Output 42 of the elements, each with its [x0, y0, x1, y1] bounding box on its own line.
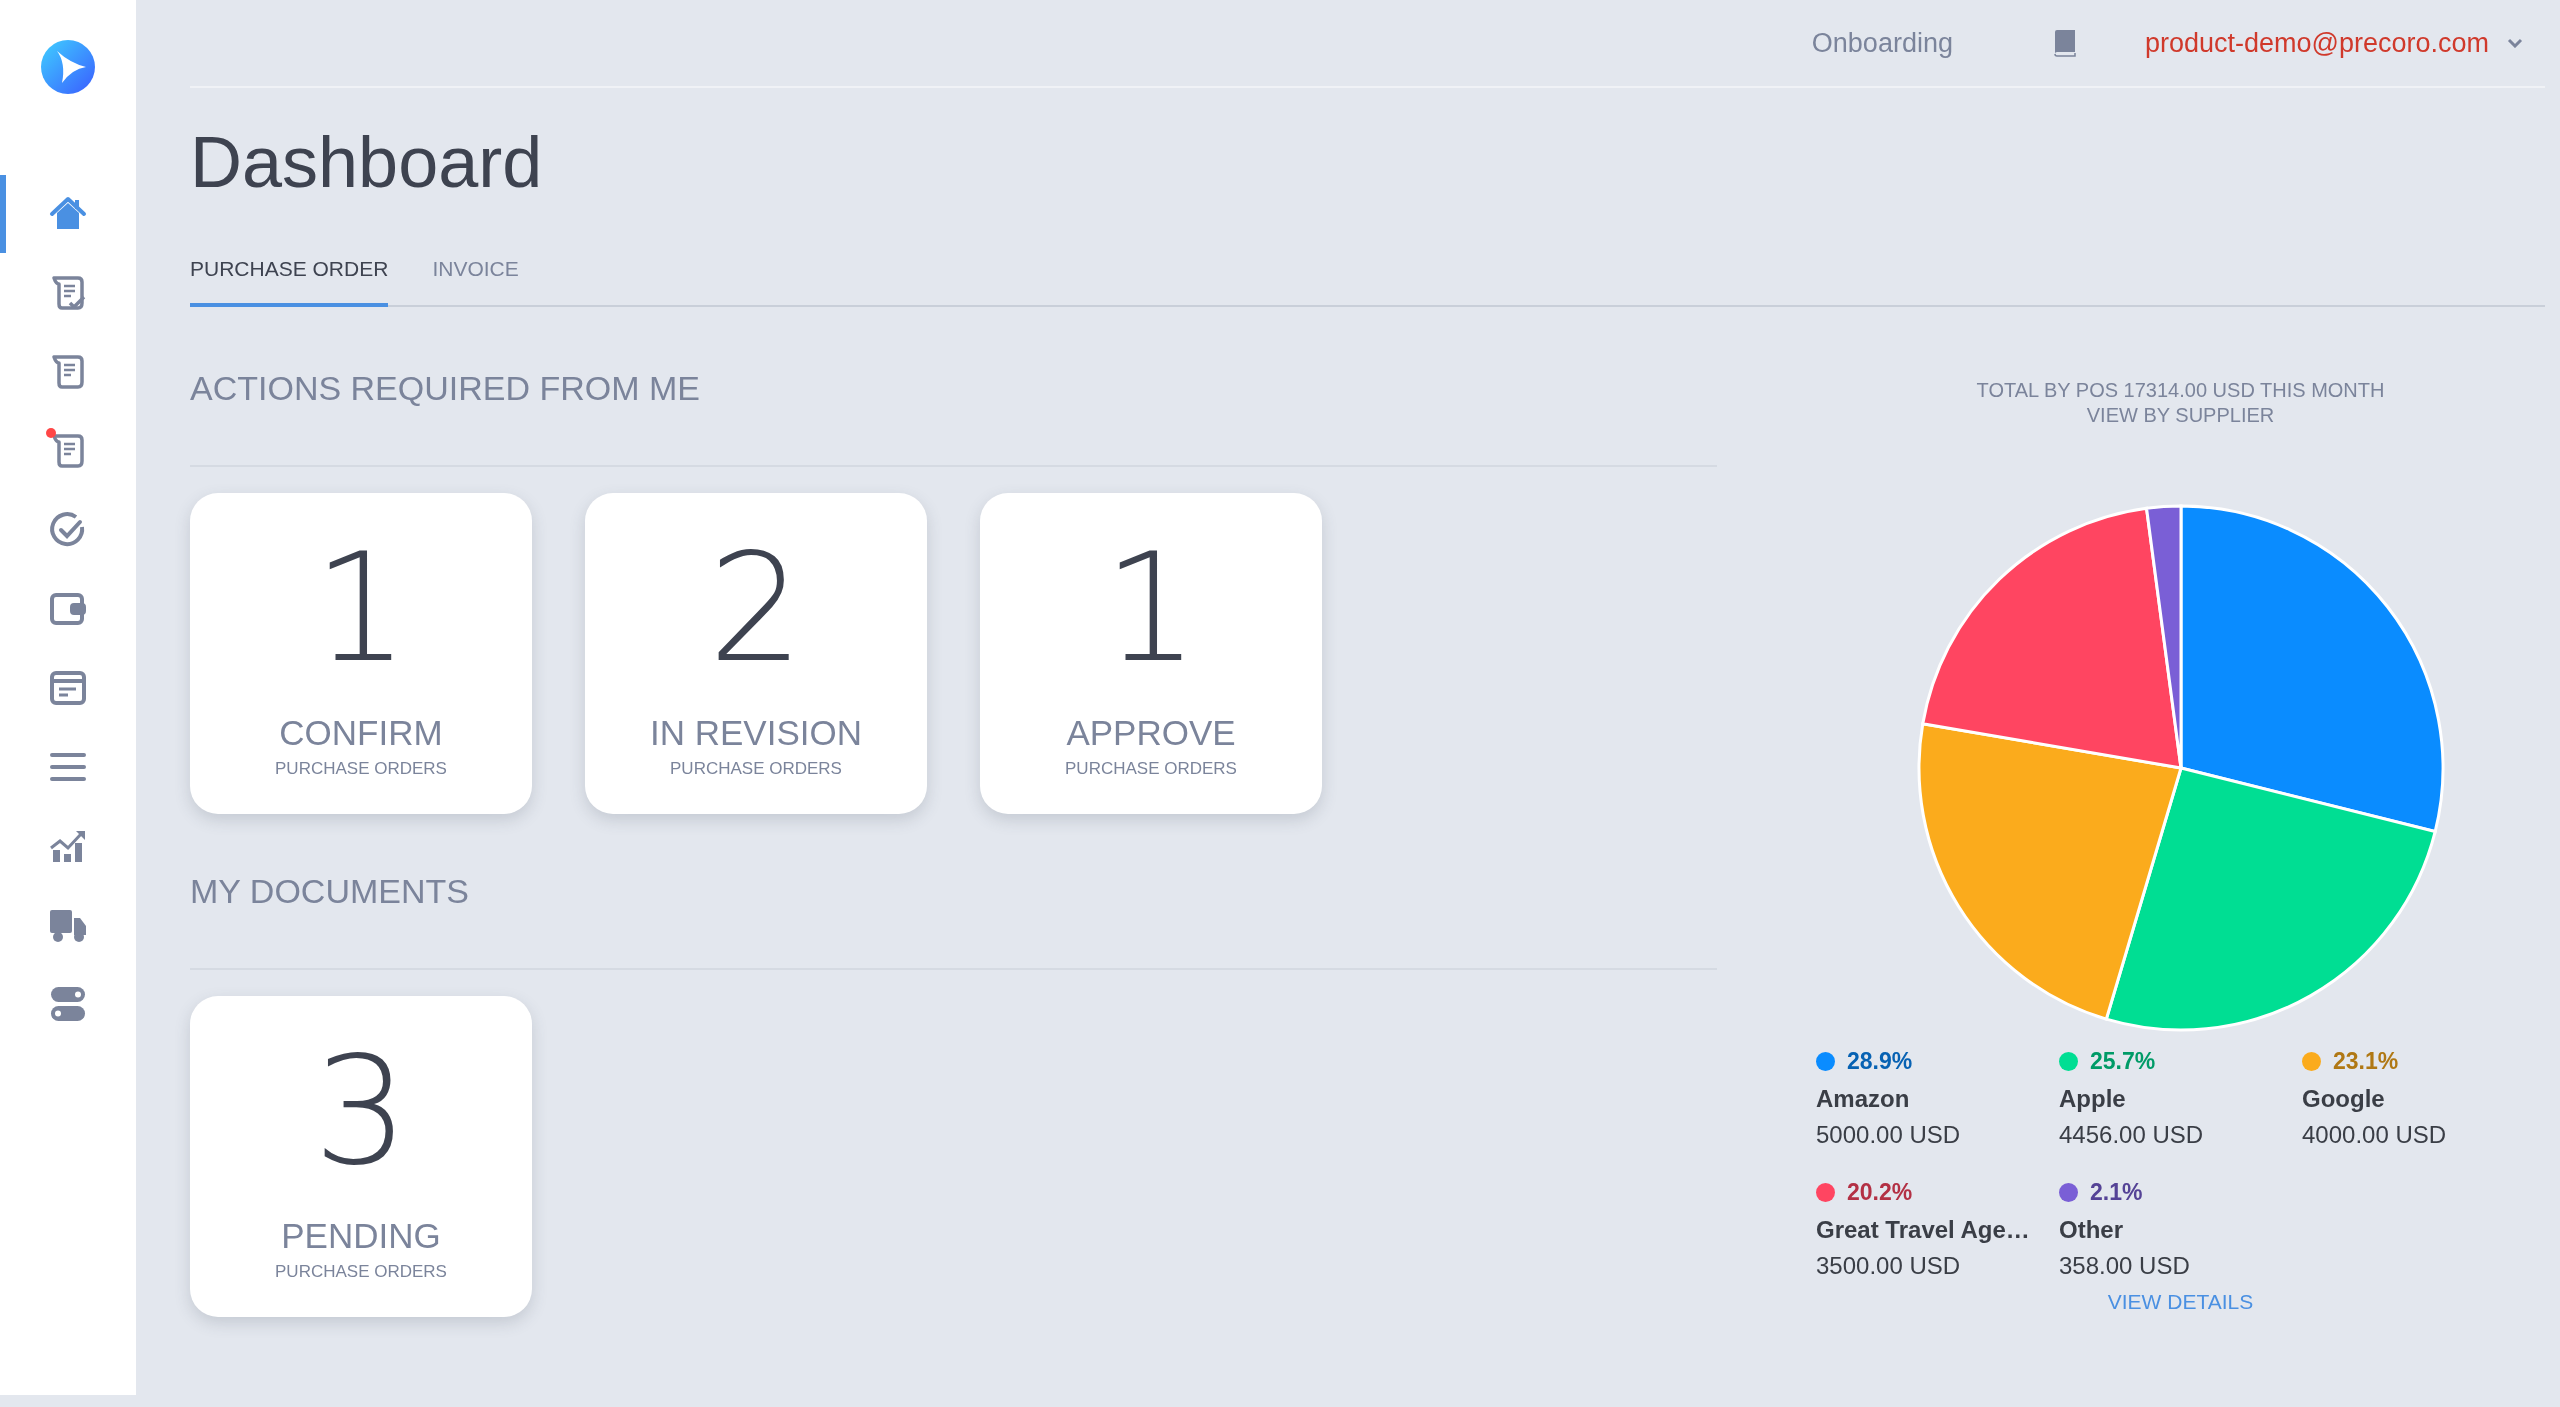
card-sublabel: PURCHASE ORDERS — [1065, 759, 1237, 779]
tab[interactable]: PURCHASE ORDER — [190, 257, 389, 307]
card-label: PENDING — [281, 1216, 441, 1256]
card-label: CONFIRM — [279, 713, 443, 753]
card-label: APPROVE — [1066, 713, 1236, 753]
legend-name: Other — [2059, 1216, 2124, 1244]
logo-icon[interactable] — [40, 39, 96, 95]
toggle-icon[interactable] — [48, 984, 88, 1024]
summary-card[interactable]: 1 CONFIRM PURCHASE ORDERS — [190, 493, 532, 814]
legend-name: Google — [2302, 1085, 2386, 1113]
card-count: 2 — [708, 533, 804, 683]
legend-amount: 358.00 USD — [2059, 1252, 2191, 1280]
legend-percent: 28.9% — [1847, 1048, 1913, 1075]
user-menu[interactable]: product-demo@precoro.com — [2144, 27, 2489, 59]
legend-name: Great Travel Age… — [1816, 1216, 2031, 1244]
summary-card[interactable]: 1 APPROVE PURCHASE ORDERS — [980, 493, 1322, 814]
legend-amount: 5000.00 USD — [1816, 1121, 1962, 1149]
legend-percent: 20.2% — [1847, 1179, 1913, 1206]
chart-title: TOTAL BY POS 17314.00 USD THIS MONTH — [1976, 379, 2385, 402]
card-icon[interactable] — [48, 668, 88, 708]
section-title: ACTIONS REQUIRED FROM ME — [190, 371, 1717, 467]
card-sublabel: PURCHASE ORDERS — [275, 759, 447, 779]
book-icon[interactable] — [2052, 29, 2077, 57]
legend-amount: 4456.00 USD — [2059, 1121, 2205, 1149]
legend-amount: 3500.00 USD — [1816, 1252, 1962, 1280]
card-count: 1 — [1103, 533, 1199, 683]
card-sublabel: PURCHASE ORDERS — [670, 759, 842, 779]
card-count: 3 — [313, 1036, 409, 1186]
card-count: 1 — [313, 533, 409, 683]
card-sublabel: PURCHASE ORDERS — [275, 1262, 447, 1282]
summary-card[interactable]: 3 PENDING PURCHASE ORDERS — [190, 996, 532, 1317]
legend-percent: 2.1% — [2090, 1179, 2143, 1206]
page-title: Dashboard — [190, 126, 544, 198]
legend-name: Apple — [2059, 1085, 2127, 1113]
legend-percent: 23.1% — [2333, 1048, 2399, 1075]
legend-percent: 25.7% — [2090, 1048, 2156, 1075]
card-label: IN REVISION — [650, 713, 862, 753]
section-title: MY DOCUMENTS — [190, 874, 1717, 970]
legend-amount: 4000.00 USD — [2302, 1121, 2448, 1149]
summary-card[interactable]: 2 IN REVISION PURCHASE ORDERS — [585, 493, 927, 814]
chevron-down-icon[interactable] — [2507, 38, 2523, 48]
legend-name: Amazon — [1816, 1085, 1911, 1113]
